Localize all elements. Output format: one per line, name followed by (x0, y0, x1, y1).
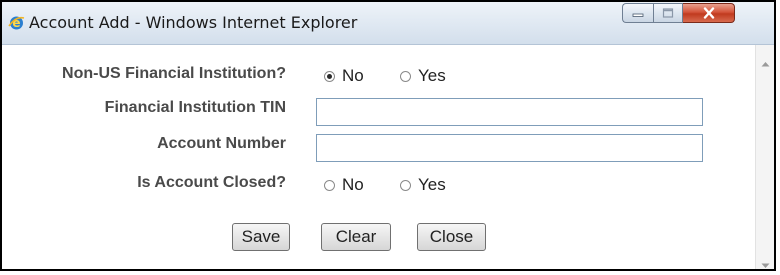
non-us-no-label: No (342, 66, 364, 85)
non-us-yes-option[interactable]: Yes (400, 66, 446, 86)
account-closed-label: Is Account Closed? (137, 174, 286, 191)
form-content: Non-US Financial Institution? No Yes Fin… (2, 45, 756, 269)
maximize-icon (662, 8, 674, 18)
clear-button[interactable]: Clear (321, 223, 391, 251)
save-button[interactable]: Save (232, 223, 290, 251)
scroll-up-arrow-icon (761, 62, 769, 67)
non-us-yes-radio[interactable] (400, 70, 411, 82)
closed-no-radio[interactable] (324, 179, 335, 191)
browser-popup-window: e Account Add - Windows Internet Explore… (0, 0, 776, 271)
maximize-button[interactable] (653, 3, 683, 23)
non-us-institution-label: Non-US Financial Institution? (62, 65, 286, 82)
account-number-input[interactable] (316, 134, 703, 162)
closed-yes-option[interactable]: Yes (400, 175, 446, 195)
account-number-label: Account Number (157, 135, 286, 152)
close-window-button[interactable] (683, 3, 735, 23)
scroll-down-button[interactable] (756, 257, 774, 275)
closed-no-option[interactable]: No (324, 175, 364, 195)
institution-tin-input[interactable] (316, 98, 703, 126)
internet-explorer-icon: e (8, 16, 25, 30)
window-controls (622, 3, 735, 24)
scroll-down-arrow-icon (761, 263, 769, 268)
window-title: Account Add - Windows Internet Explorer (29, 13, 358, 32)
vertical-scrollbar[interactable] (755, 45, 774, 269)
non-us-no-option[interactable]: No (324, 66, 364, 86)
institution-tin-label: Financial Institution TIN (104, 99, 286, 116)
closed-yes-radio[interactable] (400, 179, 411, 191)
close-button[interactable]: Close (417, 223, 486, 251)
non-us-yes-label: Yes (418, 66, 446, 85)
close-icon (703, 7, 714, 19)
closed-yes-label: Yes (418, 175, 446, 194)
minimize-button[interactable] (622, 3, 653, 23)
minimize-icon (632, 13, 644, 17)
closed-no-label: No (342, 175, 364, 194)
scroll-up-button[interactable] (756, 55, 774, 73)
title-bar[interactable]: e Account Add - Windows Internet Explore… (2, 2, 774, 45)
non-us-no-radio[interactable] (324, 70, 335, 82)
